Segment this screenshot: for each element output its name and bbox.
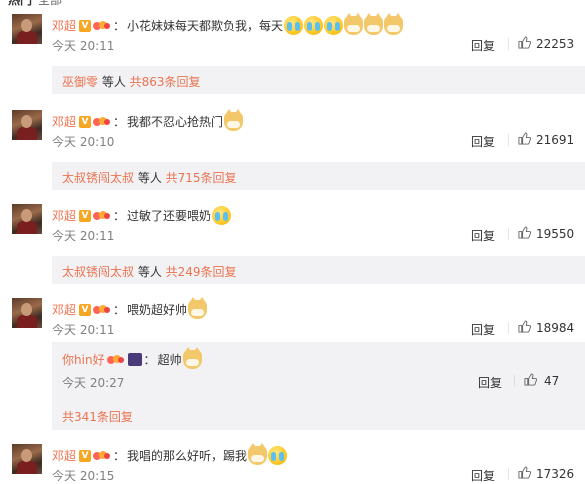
sub-replies-summary[interactable]: 巫御零 等人 共863条回复 bbox=[52, 66, 585, 94]
comment-time: 今天 20:11 bbox=[52, 39, 115, 53]
username[interactable]: 邓超 bbox=[52, 303, 76, 317]
colon-separator: ： bbox=[113, 303, 126, 317]
verified-badge-icon: V bbox=[79, 209, 92, 222]
reply-button[interactable]: 回复 bbox=[471, 37, 495, 54]
thumbs-up-icon[interactable] bbox=[518, 226, 531, 239]
username[interactable]: 邓超 bbox=[52, 115, 76, 129]
doge-icon bbox=[182, 347, 202, 369]
verified-badge-icon: V bbox=[79, 303, 92, 316]
comment-text: 我唱的那么好听，踢我 bbox=[127, 449, 248, 463]
reply-text: 超帅 bbox=[157, 353, 182, 367]
thumbs-up-icon[interactable] bbox=[518, 466, 531, 479]
verified-badge-icon: V bbox=[79, 449, 92, 462]
sub-replies-summary[interactable]: 太叔锈闯太叔 等人 共715条回复 bbox=[52, 162, 585, 190]
fan-badge-icon bbox=[106, 354, 125, 366]
avatar[interactable] bbox=[12, 298, 42, 328]
comment-text: 喂奶超好帅 bbox=[127, 303, 188, 317]
colon-separator: ： bbox=[113, 19, 126, 33]
doge-icon bbox=[344, 13, 364, 35]
comment-time: 今天 20:11 bbox=[52, 229, 115, 243]
reply-button[interactable]: 回复 bbox=[471, 467, 495, 484]
doge-icon bbox=[188, 297, 208, 319]
username[interactable]: 邓超 bbox=[52, 209, 76, 223]
comment-text: 小花妹妹每天都欺负我，每天 bbox=[127, 19, 284, 33]
cry-face-icon bbox=[304, 16, 324, 35]
reply-button[interactable]: 回复 bbox=[471, 133, 495, 150]
fan-badge-icon bbox=[93, 304, 111, 316]
avatar[interactable] bbox=[12, 14, 42, 44]
tab-all[interactable]: 全部 bbox=[38, 0, 62, 8]
username[interactable]: 邓超 bbox=[52, 449, 76, 463]
sub-replies-summary[interactable]: 太叔锈闯太叔 等人 共249条回复 bbox=[52, 256, 585, 284]
cry-face-icon bbox=[324, 16, 344, 35]
doge-icon bbox=[364, 13, 384, 35]
top-tabs: 热门 全部 bbox=[0, 0, 585, 8]
reply-users-suffix: 等人 bbox=[134, 265, 166, 279]
fan-badge-icon bbox=[93, 116, 111, 128]
reply-button[interactable]: 回复 bbox=[478, 374, 502, 391]
reply-count-link[interactable]: 共249条回复 bbox=[166, 265, 237, 279]
colon-separator: ： bbox=[143, 353, 156, 367]
reply-users[interactable]: 太叔锈闯太叔 bbox=[62, 171, 134, 185]
reply-like-count: 47 bbox=[544, 374, 560, 388]
fan-badge-icon bbox=[93, 450, 111, 462]
sub-reply-box: 你hin好 ：超帅 今天 20:27 回复 47 共341条回复 bbox=[52, 342, 585, 430]
reply-users-suffix: 等人 bbox=[134, 171, 166, 185]
username[interactable]: 邓超 bbox=[52, 19, 76, 33]
like-count: 22253 bbox=[536, 37, 575, 51]
thumbs-up-icon[interactable] bbox=[518, 36, 531, 49]
colon-separator: ： bbox=[113, 449, 126, 463]
cry-face-icon bbox=[268, 446, 288, 465]
colon-separator: ： bbox=[113, 209, 126, 223]
reply-button[interactable]: 回复 bbox=[471, 227, 495, 244]
reply-users[interactable]: 巫御零 bbox=[62, 75, 98, 89]
doge-icon bbox=[224, 109, 244, 131]
like-count: 18984 bbox=[536, 321, 575, 335]
reply-count-link[interactable]: 共341条回复 bbox=[62, 408, 133, 425]
doge-icon bbox=[248, 443, 268, 465]
doge-icon bbox=[384, 13, 404, 35]
reply-users[interactable]: 太叔锈闯太叔 bbox=[62, 265, 134, 279]
comment-text: 我都不忍心抢热门 bbox=[127, 115, 224, 129]
avatar[interactable] bbox=[12, 444, 42, 474]
reply-button[interactable]: 回复 bbox=[471, 321, 495, 338]
verified-badge-icon: V bbox=[79, 115, 92, 128]
comment-time: 今天 20:15 bbox=[52, 469, 115, 483]
thumbs-up-icon[interactable] bbox=[518, 320, 531, 333]
divider bbox=[508, 468, 509, 480]
fan-badge-icon bbox=[93, 20, 111, 32]
like-count: 21691 bbox=[536, 133, 575, 147]
reply-time: 今天 20:27 bbox=[62, 376, 125, 390]
member-badge-icon bbox=[127, 353, 142, 366]
divider bbox=[514, 375, 515, 387]
reply-username[interactable]: 你hin好 bbox=[62, 353, 105, 367]
thumbs-up-icon[interactable] bbox=[524, 373, 537, 386]
divider bbox=[508, 228, 509, 240]
comment-text: 过敏了还要喂奶 bbox=[127, 209, 212, 223]
divider bbox=[508, 322, 509, 334]
thumbs-up-icon[interactable] bbox=[518, 132, 531, 145]
reply-users-suffix: 等人 bbox=[98, 75, 130, 89]
cry-face-icon bbox=[212, 206, 232, 225]
tab-hot[interactable]: 热门 bbox=[8, 0, 32, 8]
like-count: 17326 bbox=[536, 467, 575, 481]
avatar[interactable] bbox=[12, 204, 42, 234]
divider bbox=[508, 134, 509, 146]
comment-time: 今天 20:10 bbox=[52, 135, 115, 149]
comment-time: 今天 20:11 bbox=[52, 323, 115, 337]
avatar[interactable] bbox=[12, 110, 42, 140]
reply-count-link[interactable]: 共715条回复 bbox=[166, 171, 237, 185]
like-count: 19550 bbox=[536, 227, 575, 241]
fan-badge-icon bbox=[93, 210, 111, 222]
divider bbox=[508, 38, 509, 50]
reply-count-link[interactable]: 共863条回复 bbox=[130, 75, 201, 89]
colon-separator: ： bbox=[113, 115, 126, 129]
verified-badge-icon: V bbox=[79, 19, 92, 32]
cry-face-icon bbox=[284, 16, 304, 35]
